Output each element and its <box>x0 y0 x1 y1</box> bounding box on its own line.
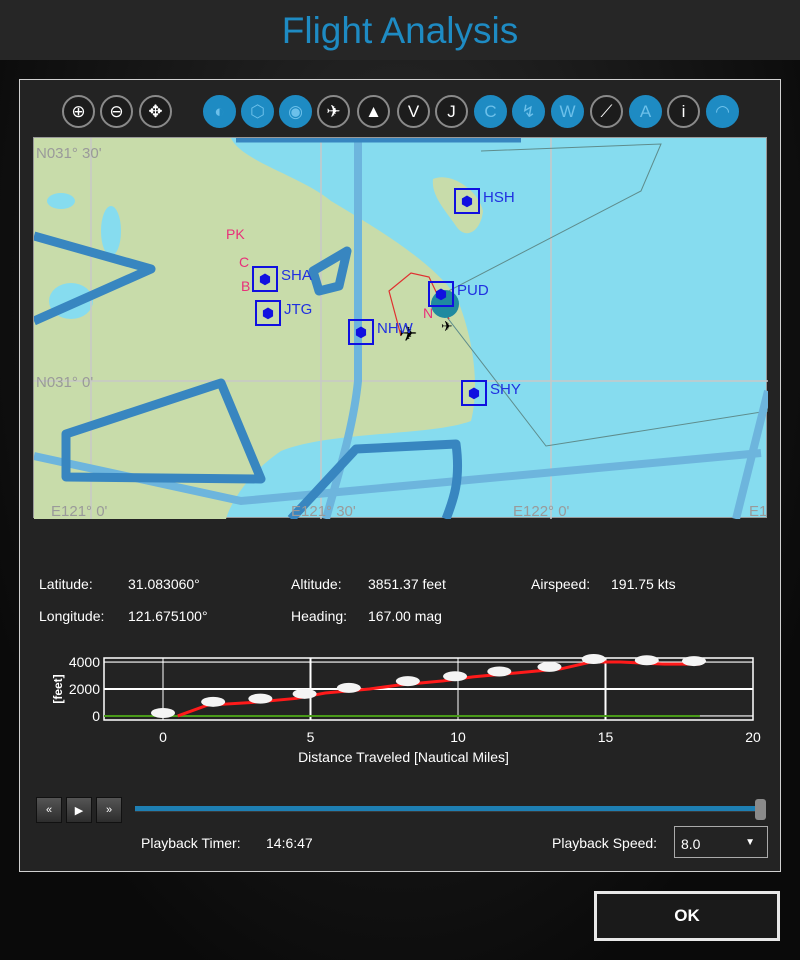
aircraft-marker <box>682 656 706 667</box>
navaid-label: JTG <box>284 301 313 318</box>
y-tick-label: 2000 <box>69 681 100 697</box>
aircraft-marker <box>151 707 175 718</box>
window-title: Flight Analysis <box>281 10 519 51</box>
fix-label: C <box>239 254 250 270</box>
navaid-label: HSH <box>483 189 515 206</box>
chevron-down-icon: ▼ <box>745 837 755 848</box>
victor-airway-icon[interactable]: V <box>397 95 430 128</box>
playback-slider[interactable] <box>135 806 758 812</box>
waypoint-triangle-icon[interactable]: ▲ <box>357 95 390 128</box>
x-tick-label: 10 <box>450 729 466 745</box>
map-view[interactable]: ✈ ✈ N031° 30' N031° 0' E121° 0' E121° 30' E1… <box>32 133 772 523</box>
grid-label: N031° 30' <box>36 145 102 162</box>
aircraft-marker <box>634 655 659 666</box>
zoom-in-icon[interactable]: ⊕ <box>62 95 95 128</box>
playback-speed-select[interactable]: 8.0 ▼ <box>674 826 768 858</box>
ndb-icon[interactable]: ◉ <box>279 95 312 128</box>
playback-slider-thumb[interactable] <box>755 799 766 820</box>
y-tick-label: 0 <box>92 708 100 724</box>
vor-navaid-icon[interactable]: ⬢ <box>461 380 487 406</box>
aircraft-icon: ✈ <box>441 318 453 334</box>
vor-navaid-icon[interactable]: ⬢ <box>255 300 281 326</box>
fix-label: B <box>241 278 251 294</box>
fast-forward-button[interactable]: » <box>96 797 122 823</box>
grid-label: E121° 30' <box>291 503 356 520</box>
route-icon[interactable]: ↯ <box>512 95 545 128</box>
y-axis-label: [feet] <box>51 674 65 703</box>
vor-navaid-icon[interactable]: ⬢ <box>428 281 454 307</box>
navaid-label: NHW <box>377 320 413 337</box>
y-tick-label: 4000 <box>69 654 100 670</box>
runway-icon[interactable]: ◐ <box>203 95 236 128</box>
rewind-button[interactable]: « <box>36 797 62 823</box>
airport-a-icon[interactable]: A <box>629 95 662 128</box>
x-tick-label: 20 <box>745 729 761 745</box>
terrain-icon[interactable]: ◠ <box>706 95 739 128</box>
vor-navaid-icon[interactable]: ⬢ <box>454 188 480 214</box>
playback-speed-value: 8.0 <box>681 836 701 852</box>
playback-speed-label: Playback Speed: <box>552 835 658 851</box>
x-tick-label: 15 <box>598 729 614 745</box>
x-axis-label: Distance Traveled [Nautical Miles] <box>298 749 509 765</box>
vor-icon[interactable]: ⬡ <box>241 95 274 128</box>
aircraft-marker <box>248 693 273 704</box>
fix-label: PK <box>226 226 245 242</box>
grid-label: N031° 0' <box>36 374 94 391</box>
aircraft-marker <box>443 671 468 682</box>
vor-navaid-icon[interactable]: ⬢ <box>252 266 278 292</box>
aircraft-marker <box>581 654 606 665</box>
grid-label: E1 <box>749 503 768 520</box>
x-tick-label: 0 <box>159 729 167 745</box>
aircraft-marker <box>537 661 562 672</box>
title-bar: Flight Analysis <box>0 0 800 60</box>
play-button[interactable]: ▶ <box>66 797 92 823</box>
fix-label: N <box>423 305 434 321</box>
zoom-out-icon[interactable]: ⊖ <box>100 95 133 128</box>
airplane-icon[interactable]: ✈ <box>317 95 350 128</box>
grid-label: E121° 0' <box>51 503 108 520</box>
aircraft-marker <box>201 696 226 707</box>
grid-label: E122° 0' <box>513 503 570 520</box>
info-icon[interactable]: i <box>667 95 700 128</box>
navaid-label: PUD <box>457 282 489 299</box>
class-c-icon[interactable]: C <box>474 95 507 128</box>
ok-button[interactable]: OK <box>594 891 780 941</box>
x-tick-label: 5 <box>307 729 315 745</box>
aircraft-marker <box>395 676 420 687</box>
pan-center-icon[interactable]: ✥ <box>139 95 172 128</box>
vor-navaid-icon[interactable]: ⬢ <box>348 319 374 345</box>
navaid-label: SHA <box>281 267 312 284</box>
altitude-profile-chart: 0 5 10 15 20 0 2000 4000 [feet] Distance Traveled… <box>51 654 761 765</box>
navaid-label: SHY <box>490 381 521 398</box>
aircraft-marker <box>487 666 512 677</box>
aircraft-marker <box>336 682 361 693</box>
aircraft-marker <box>292 688 317 699</box>
jet-airway-icon[interactable]: J <box>435 95 468 128</box>
weather-icon[interactable]: W <box>551 95 584 128</box>
flight-path-icon[interactable]: ⟋ <box>590 95 623 128</box>
